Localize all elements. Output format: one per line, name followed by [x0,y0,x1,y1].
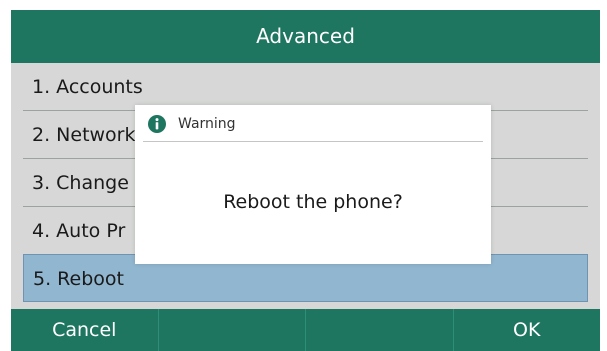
phone-screen: Advanced 1. Accounts 2. Network 3. Chang… [11,10,600,351]
dialog-divider [143,141,483,142]
info-icon [148,115,166,133]
ok-softkey[interactable]: OK [454,309,601,351]
screen-title: Advanced [11,10,600,63]
softkey-2[interactable] [159,309,306,351]
dialog-title: Warning [178,116,236,132]
warning-dialog: Warning Reboot the phone? [135,105,491,264]
softkey-3[interactable] [306,309,454,351]
dialog-header: Warning [135,105,491,143]
softkey-bar: Cancel OK [11,309,600,351]
menu-item-accounts[interactable]: 1. Accounts [23,63,588,111]
dialog-message: Reboot the phone? [223,191,403,213]
cancel-softkey[interactable]: Cancel [11,309,159,351]
